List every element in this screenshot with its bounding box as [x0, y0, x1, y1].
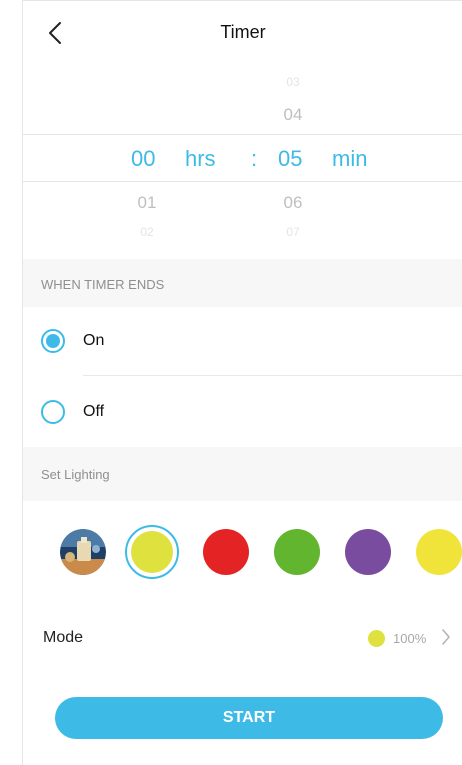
option-on-row[interactable]: On [23, 307, 462, 377]
timer-end-section-header: WHEN TIMER ENDS [23, 259, 462, 307]
lighting-section-header: Set Lighting [23, 447, 462, 501]
mode-color-dot [368, 630, 385, 647]
timer-screen: Timer 00 hrs : 01 02 03 04 05 min 06 07 … [22, 0, 462, 765]
hours-unit: hrs [185, 146, 216, 171]
swatch-green[interactable] [274, 529, 320, 575]
swatch-yellow-green[interactable] [125, 525, 179, 579]
swatch-yellow-green-fill [131, 531, 173, 573]
option-off-row[interactable]: Off [23, 377, 462, 447]
hours-below-far: 02 [140, 225, 154, 239]
radio-on-dot [46, 334, 60, 348]
option-divider [83, 375, 462, 376]
radio-on[interactable] [41, 329, 65, 353]
scene-photo-image [60, 529, 106, 575]
start-button[interactable]: START [55, 697, 443, 739]
mode-label: Mode [43, 629, 84, 646]
chevron-right-icon [442, 629, 450, 645]
time-picker[interactable]: 00 hrs : 01 02 03 04 05 min 06 07 [23, 63, 462, 259]
option-off-label: Off [83, 403, 105, 420]
swatch-scene-photo[interactable] [60, 529, 106, 575]
color-swatches [23, 517, 462, 587]
picker-selection-band [23, 134, 462, 182]
mode-value: 100% [393, 631, 427, 646]
hours-below-near: 01 [137, 193, 157, 212]
swatch-red[interactable] [203, 529, 249, 575]
hours-selected[interactable]: 00 [131, 146, 155, 172]
page-title: Timer [220, 22, 266, 42]
minutes-selected[interactable]: 05 [278, 146, 302, 172]
minutes-below-near: 06 [283, 193, 303, 212]
swatch-yellow[interactable] [416, 529, 462, 575]
option-on-label: On [83, 332, 105, 349]
minutes-below-far: 07 [286, 225, 300, 239]
swatch-purple[interactable] [345, 529, 391, 575]
radio-off[interactable] [41, 400, 65, 424]
timer-end-section-label: WHEN TIMER ENDS [41, 277, 165, 292]
mode-row[interactable]: Mode 100% [23, 619, 462, 659]
lighting-section-label: Set Lighting [41, 467, 110, 482]
time-separator: : [251, 146, 258, 171]
header: Timer [23, 1, 462, 61]
minutes-unit: min [332, 146, 368, 171]
minutes-above-near: 04 [283, 105, 303, 124]
minutes-above-far: 03 [286, 75, 300, 89]
